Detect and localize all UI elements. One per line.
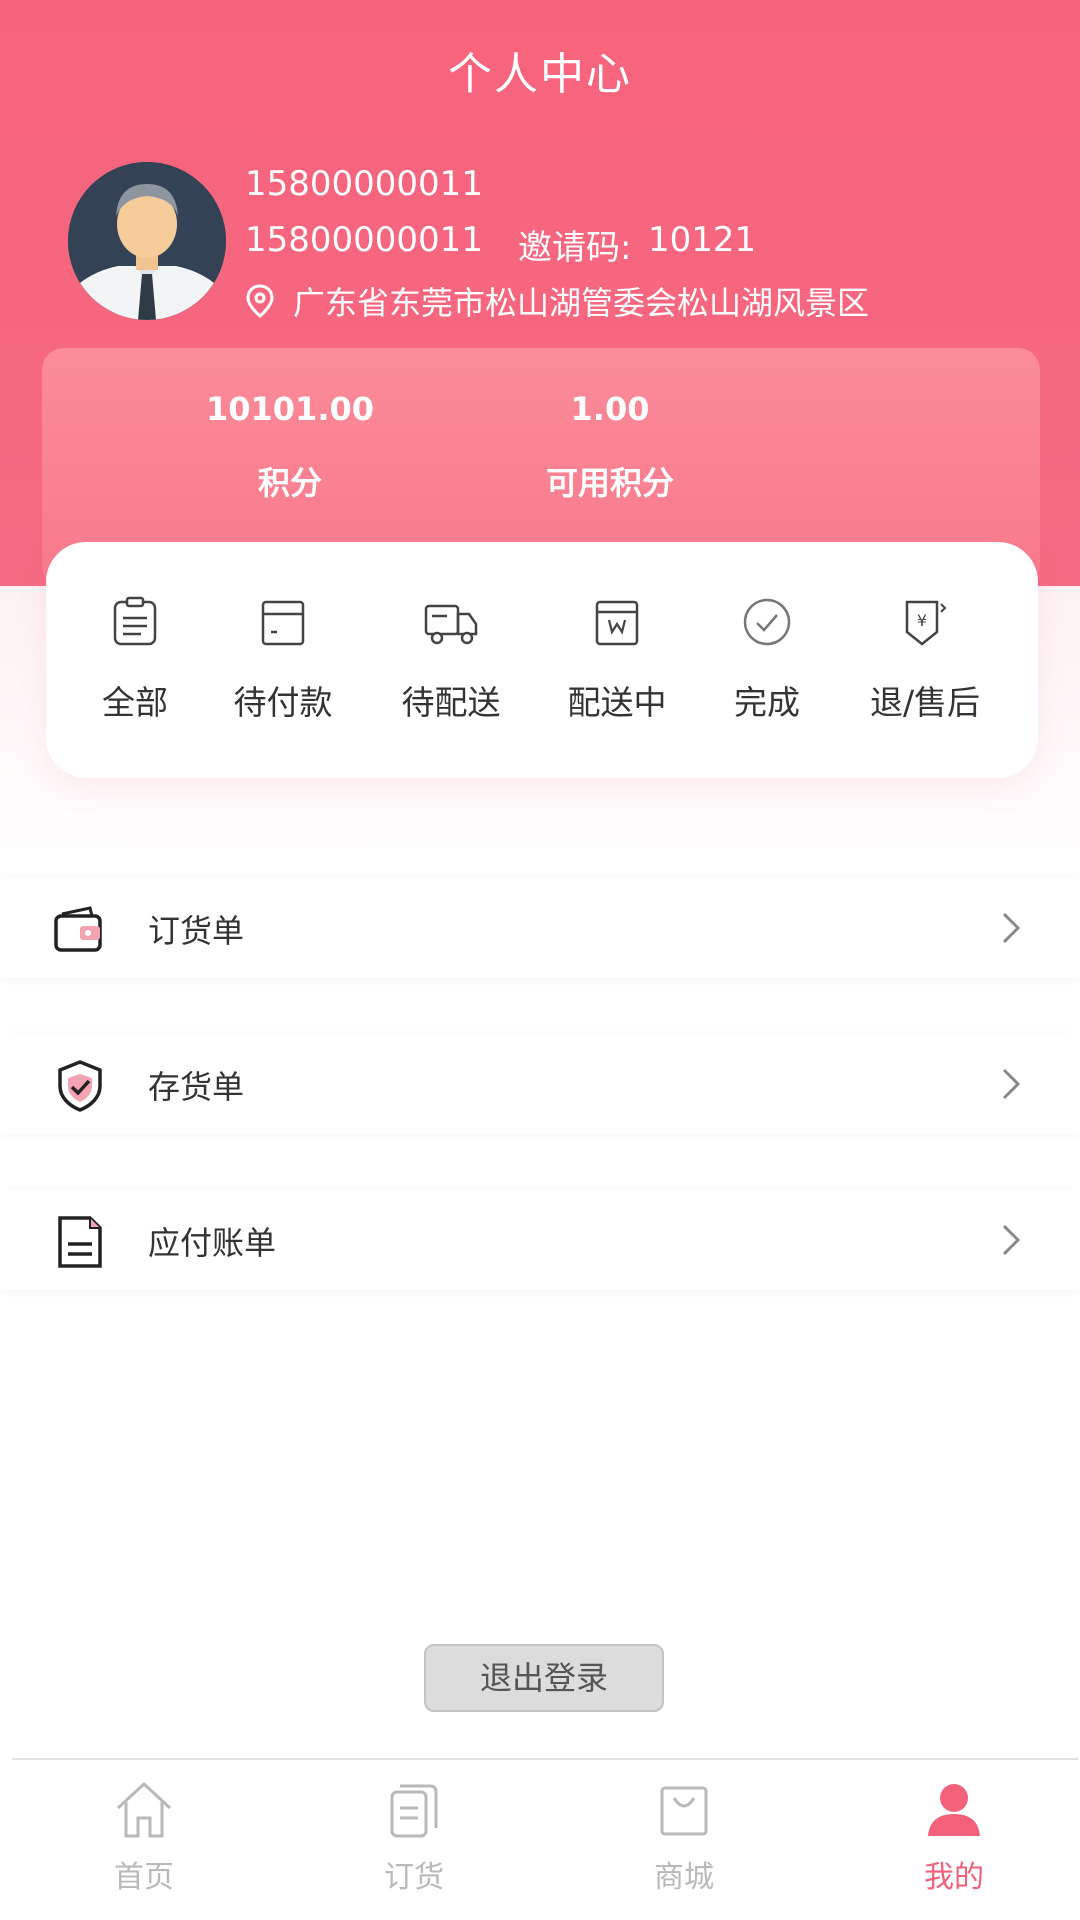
refund-icon: ¥	[905, 600, 947, 646]
menu-item-inventory-sheet[interactable]: 存货单	[0, 1034, 1080, 1134]
shield-check-icon	[58, 1060, 102, 1112]
order-tab-label: 配送中	[567, 683, 667, 722]
address-row: 广东省东莞市松山湖管委会松山湖风景区	[245, 278, 869, 324]
order-tab-awaiting-delivery[interactable]: 待配送	[386, 594, 516, 724]
order-tab-refund[interactable]: ¥ 退/售后	[860, 594, 990, 724]
location-pin-icon	[246, 284, 274, 318]
order-tab-label: 完成	[734, 683, 800, 722]
points-total-value[interactable]: 10101.00	[170, 390, 410, 428]
user-phone: 15800000011	[245, 220, 483, 260]
truck-icon	[424, 604, 478, 645]
home-icon	[116, 1781, 172, 1838]
tab-mine[interactable]: 我的	[874, 1778, 1034, 1896]
tab-label: 首页	[114, 1860, 174, 1895]
order-tab-completed[interactable]: 完成	[702, 594, 832, 724]
tab-label: 订货	[384, 1860, 444, 1895]
avatar-person-icon	[68, 162, 226, 320]
svg-text:¥: ¥	[917, 611, 927, 630]
invite-code-value: 10121	[648, 220, 757, 260]
order-tab-pending-payment[interactable]: 待付款	[218, 594, 348, 724]
address-text: 广东省东莞市松山湖管委会松山湖风景区	[293, 284, 870, 322]
user-name: 15800000011	[245, 164, 483, 204]
clipboard-icon	[113, 596, 157, 646]
chevron-right-icon	[1002, 1224, 1021, 1256]
package-icon	[595, 600, 639, 646]
order-tab-label: 待配送	[401, 683, 501, 722]
points-available-label: 可用积分	[545, 464, 674, 502]
points-available-value[interactable]: 1.00	[490, 390, 730, 428]
order-tab-label: 全部	[102, 683, 168, 722]
logout-button[interactable]: 退出登录	[424, 1644, 664, 1712]
order-tab-label: 退/售后	[869, 683, 981, 722]
order-tab-all[interactable]: 全部	[70, 594, 200, 724]
chevron-right-icon	[1002, 912, 1021, 944]
check-circle-icon	[743, 598, 791, 646]
tab-home[interactable]: 首页	[64, 1778, 224, 1896]
menu-item-label: 订货单	[148, 912, 245, 950]
page-title: 个人中心	[448, 49, 632, 100]
tab-label: 商城	[654, 1860, 714, 1895]
wallet-icon	[54, 906, 102, 952]
order-tab-label: 待付款	[233, 683, 333, 722]
points-total-label: 积分	[257, 464, 322, 502]
order-tab-in-delivery[interactable]: 配送中	[552, 594, 682, 724]
tab-order[interactable]: 订货	[334, 1778, 494, 1896]
tab-mall[interactable]: 商城	[604, 1778, 764, 1896]
menu-item-payable-bill[interactable]: 应付账单	[0, 1190, 1080, 1290]
menu-item-order-sheet[interactable]: 订货单	[0, 878, 1080, 978]
menu-item-label: 应付账单	[148, 1224, 277, 1262]
tab-label: 我的	[924, 1860, 984, 1895]
menu-item-label: 存货单	[148, 1068, 245, 1106]
avatar[interactable]	[68, 162, 226, 320]
shopping-bag-icon	[660, 1786, 708, 1836]
invite-code-label: 邀请码:	[518, 228, 632, 268]
wallet-card-icon	[261, 600, 305, 646]
chevron-right-icon	[1002, 1068, 1021, 1100]
user-icon	[928, 1784, 980, 1836]
bill-document-icon	[58, 1216, 102, 1268]
tabbar-divider	[12, 1758, 1078, 1760]
documents-icon	[390, 1784, 438, 1838]
